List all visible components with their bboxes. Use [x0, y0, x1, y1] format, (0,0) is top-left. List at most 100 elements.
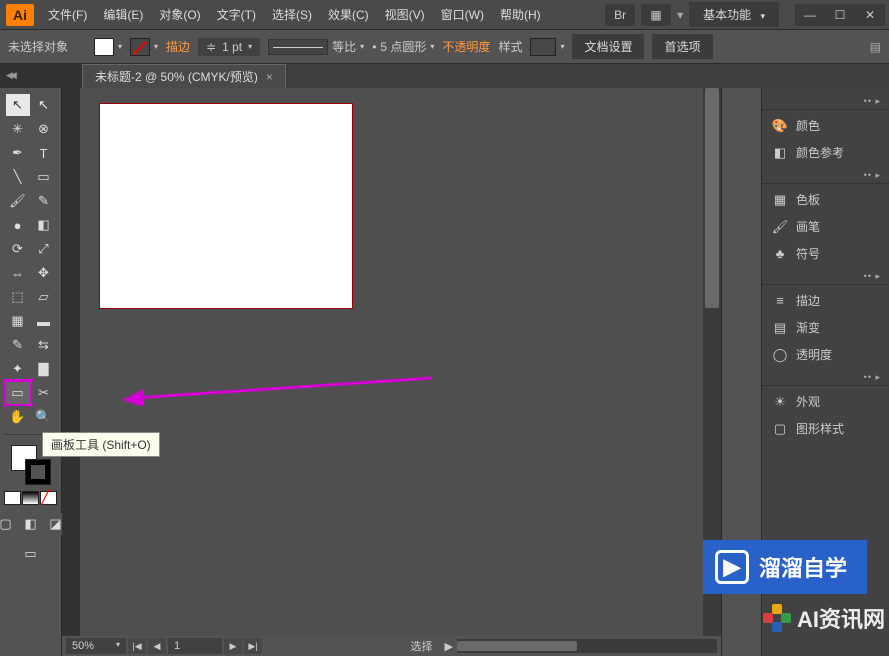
panel-appearance[interactable]: ☀外观: [762, 388, 889, 415]
panel-color[interactable]: 🎨颜色: [762, 112, 889, 139]
shape-builder-tool[interactable]: ⬚: [6, 286, 30, 308]
symbol-sprayer-tool[interactable]: ✦: [6, 358, 30, 380]
bridge-button[interactable]: Br: [605, 4, 635, 26]
panel-symbols[interactable]: ♣符号: [762, 240, 889, 267]
color-mode-solid[interactable]: [4, 491, 21, 505]
draw-mode-normal[interactable]: ▢: [0, 513, 18, 535]
menu-window[interactable]: 窗口(W): [435, 2, 490, 27]
panel-transparency[interactable]: ◯透明度: [762, 341, 889, 368]
arrange-documents-button[interactable]: ▦: [641, 4, 671, 26]
direct-selection-tool[interactable]: ↖: [32, 94, 56, 116]
selection-tool[interactable]: ↖: [6, 94, 30, 116]
rectangle-tool[interactable]: ▭: [32, 166, 56, 188]
horizontal-scrollbar[interactable]: [457, 639, 717, 653]
opacity-label[interactable]: 不透明度: [442, 38, 490, 55]
panel-gradient[interactable]: ▤渐变: [762, 314, 889, 341]
panel-group-menu-icon[interactable]: •• ▸: [762, 168, 889, 183]
prev-artboard-button[interactable]: ◀: [148, 638, 166, 654]
scale-tool[interactable]: ⤢: [32, 238, 56, 260]
watermark-brand-2: AI资讯网: [763, 602, 885, 634]
stroke-swatch[interactable]: ▾: [130, 38, 158, 56]
panel-group-menu-icon[interactable]: •• ▸: [762, 370, 889, 385]
panel-stroke[interactable]: ≡描边: [762, 287, 889, 314]
eraser-tool[interactable]: ◧: [32, 214, 56, 236]
menu-file[interactable]: 文件(F): [42, 2, 93, 27]
panel-menu-icon[interactable]: ▤: [870, 40, 881, 54]
panel-graphic-styles[interactable]: ▢图形样式: [762, 415, 889, 442]
panel-group-menu-icon[interactable]: •• ▸: [762, 94, 889, 109]
vertical-scroll-thumb[interactable]: [705, 88, 719, 308]
horizontal-scroll-thumb[interactable]: [457, 641, 577, 651]
mesh-tool[interactable]: ▦: [6, 310, 30, 332]
brush-definition[interactable]: •5 点圆形▾: [372, 38, 434, 55]
blob-brush-tool[interactable]: ●: [6, 214, 30, 236]
variable-width-profile[interactable]: 等比▾: [268, 38, 364, 55]
next-artboard-button[interactable]: ▶: [224, 638, 242, 654]
dropdown-icon[interactable]: ▾: [677, 8, 683, 22]
left-gutter: [62, 88, 80, 636]
color-mode-gradient[interactable]: [22, 491, 39, 505]
stroke-label[interactable]: 描边: [166, 38, 190, 55]
collapse-left-icon[interactable]: ◀◀: [6, 70, 14, 81]
pencil-tool[interactable]: ✎: [32, 190, 56, 212]
graphic-styles-icon: ▢: [772, 421, 788, 437]
artboard-tool[interactable]: ▭: [6, 382, 30, 404]
watermark-brand-1: ▶ 溜溜自学: [703, 540, 867, 594]
artboard[interactable]: [100, 104, 352, 308]
screen-mode-button[interactable]: ▭: [11, 543, 51, 565]
status-dropdown-icon[interactable]: ▶: [445, 640, 453, 653]
stroke-weight-input[interactable]: ≑1 pt▾: [198, 38, 260, 56]
panel-label: 描边: [796, 292, 820, 309]
slice-tool[interactable]: ✂: [32, 382, 56, 404]
type-tool[interactable]: T: [32, 142, 56, 164]
document-tab[interactable]: 未标题-2 @ 50% (CMYK/预览) ×: [82, 64, 286, 88]
panel-group-menu-icon[interactable]: •• ▸: [762, 269, 889, 284]
document-setup-button[interactable]: 文档设置: [572, 34, 644, 59]
zoom-level-input[interactable]: 50%▾: [66, 638, 126, 654]
color-mode-none[interactable]: ╱: [40, 491, 57, 505]
menu-object[interactable]: 对象(O): [153, 2, 206, 27]
panel-swatches[interactable]: ▦色板: [762, 186, 889, 213]
close-tab-icon[interactable]: ×: [266, 70, 273, 84]
menu-effect[interactable]: 效果(C): [322, 2, 375, 27]
line-segment-tool[interactable]: ╲: [6, 166, 30, 188]
panel-color-guide[interactable]: ◧颜色参考: [762, 139, 889, 166]
pen-tool[interactable]: ✒: [6, 142, 30, 164]
minimize-button[interactable]: —: [795, 4, 825, 26]
graphic-style-picker[interactable]: ▾: [530, 38, 564, 56]
free-transform-tool[interactable]: ✥: [32, 262, 56, 284]
draw-mode-behind[interactable]: ◧: [19, 513, 43, 535]
eyedropper-tool[interactable]: ✎: [6, 334, 30, 356]
stroke-color-box[interactable]: [25, 459, 51, 485]
status-tool-label: 选择: [399, 638, 445, 654]
column-graph-tool[interactable]: ▇: [32, 358, 56, 380]
menu-select[interactable]: 选择(S): [266, 2, 318, 27]
magic-wand-tool[interactable]: ✳: [6, 118, 30, 140]
watermark-text: AI资讯网: [797, 602, 885, 634]
menu-view[interactable]: 视图(V): [379, 2, 431, 27]
zoom-tool[interactable]: 🔍: [32, 406, 56, 428]
dropdown-icon: ▾: [154, 42, 158, 51]
panel-brushes[interactable]: 🖌画笔: [762, 213, 889, 240]
gradient-tool[interactable]: ▬: [32, 310, 56, 332]
hand-tool[interactable]: ✋: [6, 406, 30, 428]
last-artboard-button[interactable]: ▶|: [244, 638, 262, 654]
maximize-button[interactable]: ☐: [825, 4, 855, 26]
lasso-tool[interactable]: ⊗: [32, 118, 56, 140]
paintbrush-tool[interactable]: 🖌: [6, 190, 30, 212]
document-canvas[interactable]: [80, 88, 703, 636]
menu-type[interactable]: 文字(T): [211, 2, 262, 27]
menu-edit[interactable]: 编辑(E): [97, 2, 149, 27]
perspective-grid-tool[interactable]: ▱: [32, 286, 56, 308]
fill-swatch[interactable]: ▾: [94, 38, 122, 56]
rotate-tool[interactable]: ⟳: [6, 238, 30, 260]
menu-help[interactable]: 帮助(H): [494, 2, 547, 27]
workspace-switcher[interactable]: 基本功能 ▾: [689, 2, 779, 27]
close-window-button[interactable]: ✕: [855, 4, 885, 26]
preferences-button[interactable]: 首选项: [652, 34, 712, 59]
blend-tool[interactable]: ⇆: [32, 334, 56, 356]
width-tool[interactable]: ⇔: [6, 262, 30, 284]
artboard-number-input[interactable]: 1: [168, 638, 222, 654]
dropdown-icon: ▾: [116, 640, 120, 652]
first-artboard-button[interactable]: |◀: [128, 638, 146, 654]
